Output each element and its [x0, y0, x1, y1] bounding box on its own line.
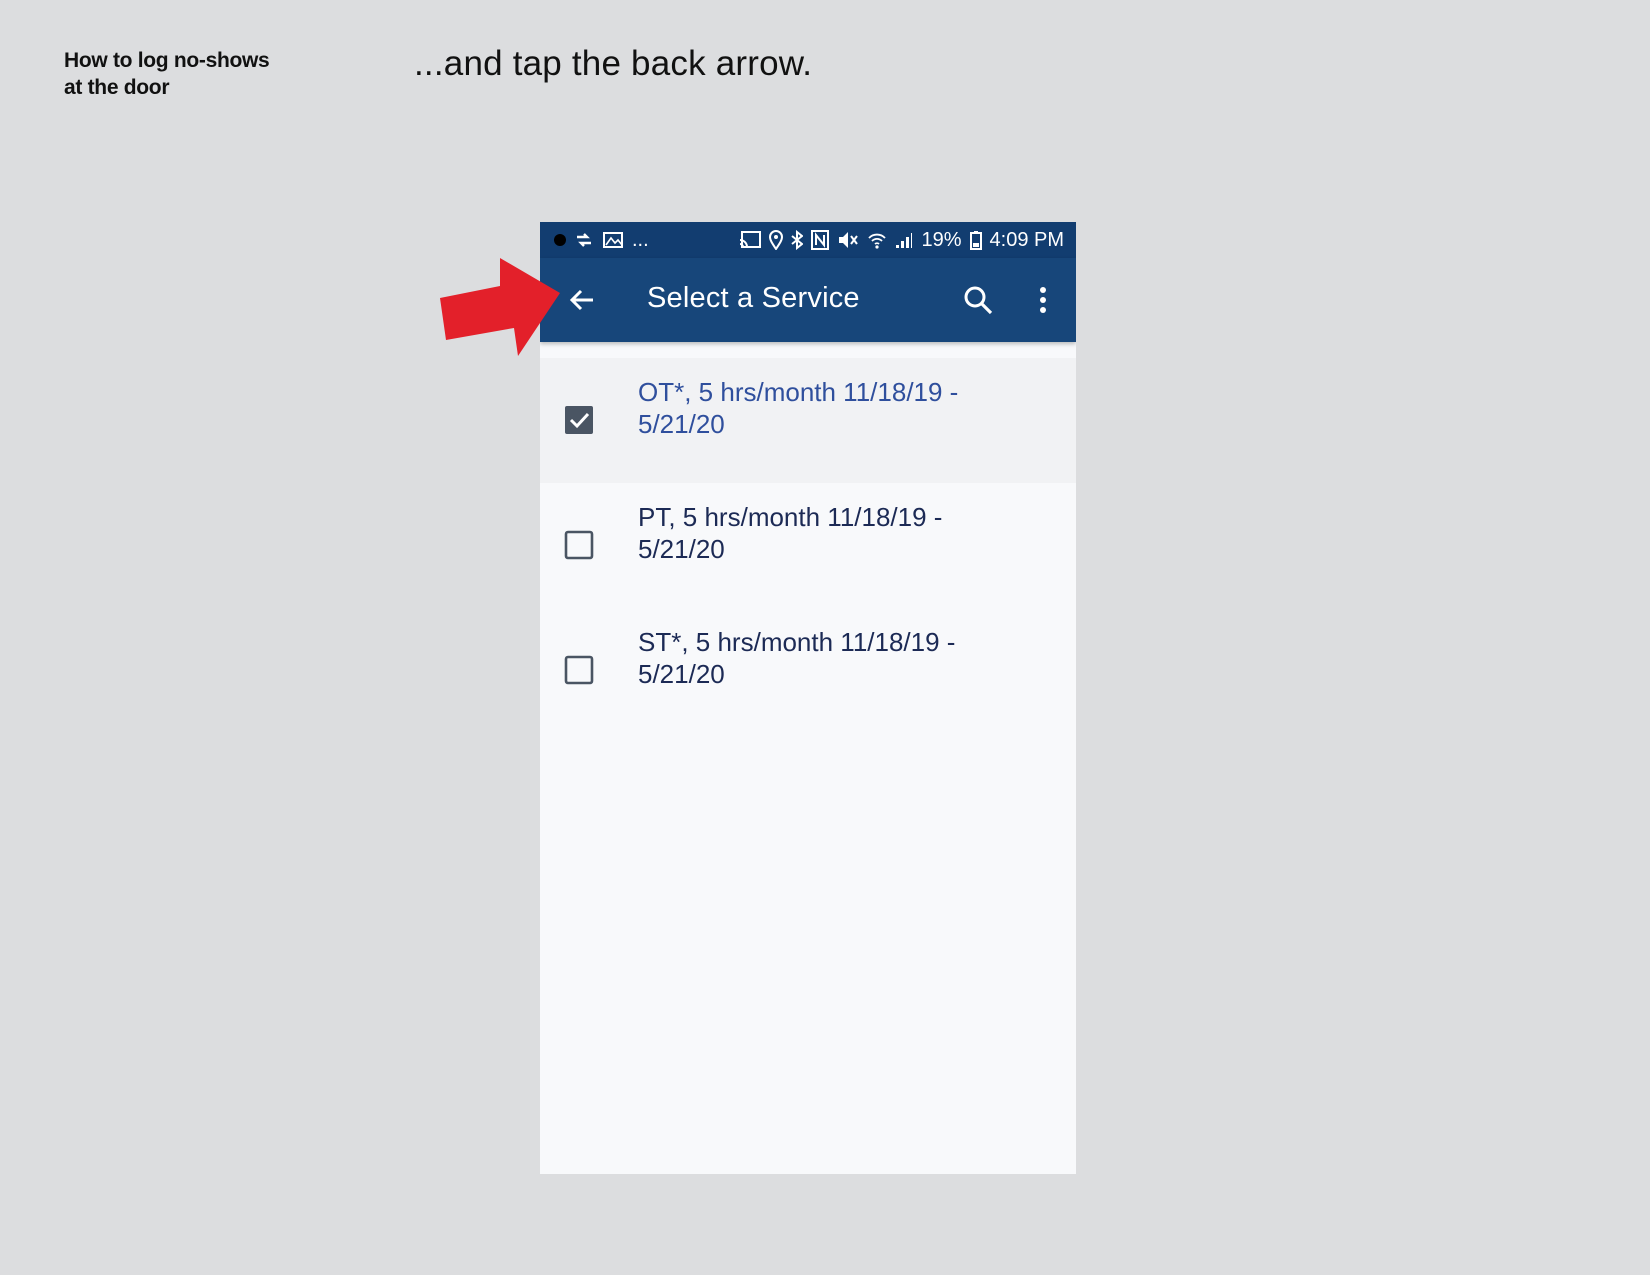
battery-percent: 19% — [921, 228, 962, 251]
service-label: ST*, 5 hrs/month 11/18/19 - 5/21/20 — [638, 626, 998, 690]
back-arrow-icon[interactable] — [566, 284, 598, 316]
pointer-arrow-icon — [438, 258, 564, 358]
more-vert-icon[interactable] — [1036, 284, 1050, 316]
page-title: Select a Service — [647, 282, 860, 314]
mute-icon — [837, 230, 859, 250]
checkbox-unchecked-icon[interactable] — [564, 530, 594, 560]
service-label: OT*, 5 hrs/month 11/18/19 - 5/21/20 — [638, 376, 998, 440]
service-label-line2: 5/21/20 — [638, 659, 725, 689]
service-label-line2: 5/21/20 — [638, 409, 725, 439]
service-label-line1: PT, 5 hrs/month 11/18/19 - — [638, 502, 943, 532]
bluetooth-icon — [791, 230, 804, 250]
service-row-pt[interactable]: PT, 5 hrs/month 11/18/19 - 5/21/20 — [540, 483, 1076, 608]
nfc-icon — [811, 230, 830, 250]
service-label: PT, 5 hrs/month 11/18/19 - 5/21/20 — [638, 501, 998, 565]
status-overflow: ... — [632, 228, 649, 251]
checkbox-unchecked-icon[interactable] — [564, 655, 594, 685]
battery-icon — [969, 230, 982, 250]
gallery-icon — [602, 230, 624, 250]
service-row-ot[interactable]: OT*, 5 hrs/month 11/18/19 - 5/21/20 — [540, 358, 1076, 483]
status-time: 4:09 PM — [989, 228, 1064, 251]
service-row-st[interactable]: ST*, 5 hrs/month 11/18/19 - 5/21/20 — [540, 608, 1076, 733]
wifi-icon — [867, 230, 887, 250]
service-label-line2: 5/21/20 — [638, 534, 725, 564]
document-title-line1: How to log no-shows — [64, 49, 270, 72]
service-label-line1: ST*, 5 hrs/month 11/18/19 - — [638, 627, 956, 657]
service-list: OT*, 5 hrs/month 11/18/19 - 5/21/20 PT, … — [540, 358, 1076, 733]
signal-icon — [895, 231, 913, 249]
status-bar: ... 19% 4:09 PM — [540, 222, 1076, 258]
search-icon[interactable] — [962, 284, 994, 316]
document-title: How to log no-shows at the door — [64, 47, 270, 101]
notification-dot-icon — [554, 234, 566, 246]
location-icon — [769, 230, 784, 250]
sync-icon — [574, 230, 594, 250]
service-label-line1: OT*, 5 hrs/month 11/18/19 - — [638, 377, 959, 407]
cast-icon — [739, 231, 762, 249]
document-title-line2: at the door — [64, 76, 170, 99]
checkbox-checked-icon[interactable] — [564, 405, 594, 435]
phone-screen: ... 19% 4:09 PM Select a Service OT*, 5 … — [540, 222, 1076, 1174]
app-bar: Select a Service — [540, 258, 1076, 342]
step-caption: ...and tap the back arrow. — [414, 44, 813, 83]
